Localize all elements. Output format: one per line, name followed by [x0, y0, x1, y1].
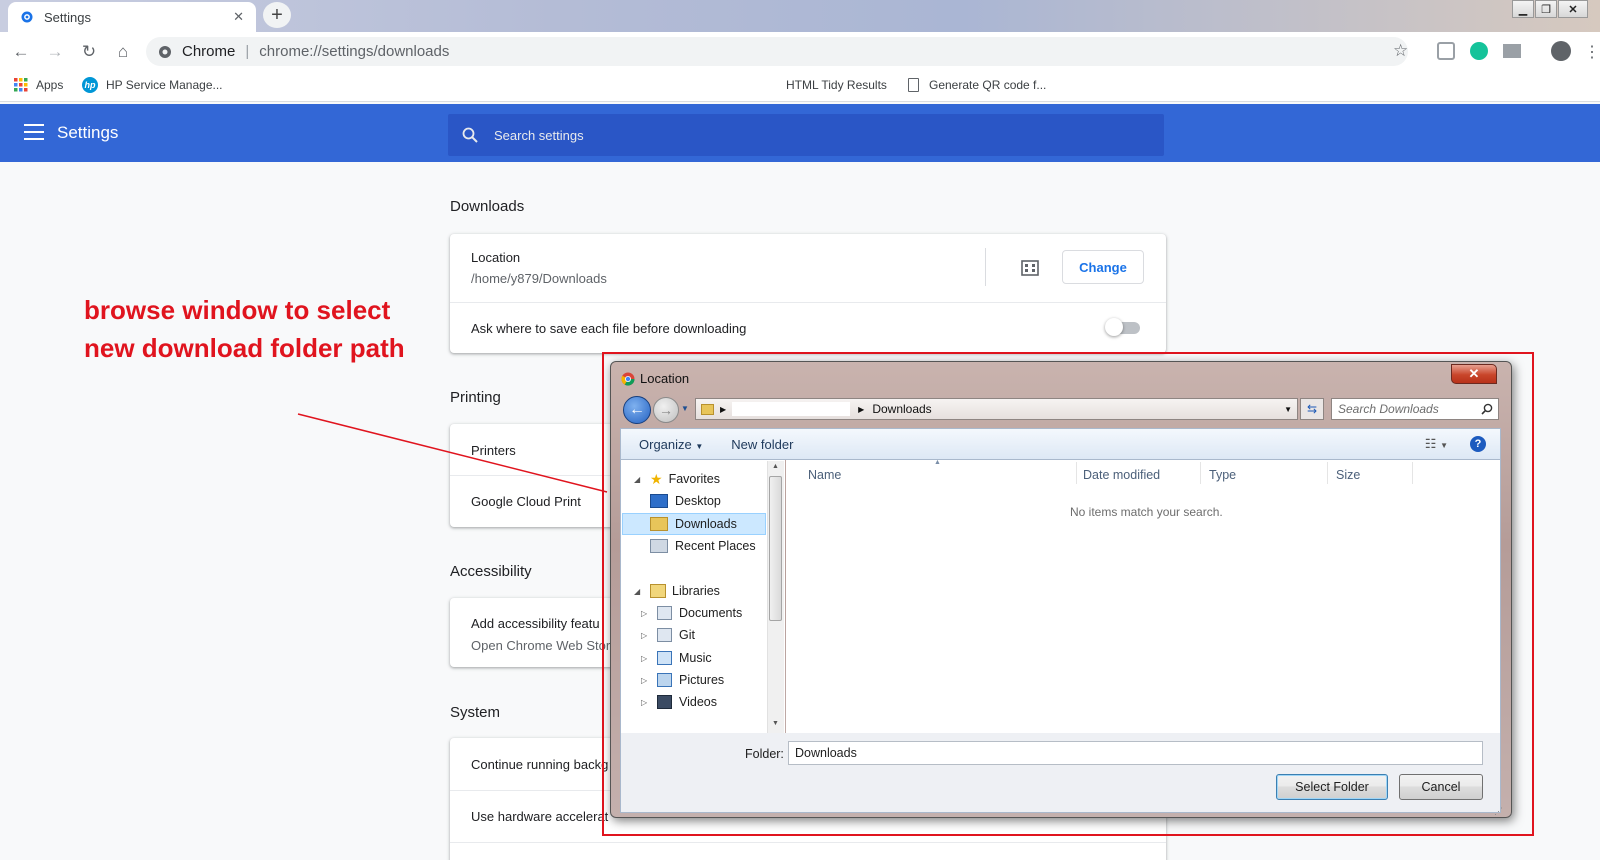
recent-places-icon: [650, 539, 668, 553]
tree-label: Documents: [679, 606, 743, 620]
folder-name-input[interactable]: Downloads: [788, 741, 1483, 765]
organize-label: Organize: [639, 436, 692, 452]
collapsed-arrow-icon[interactable]: ▷: [641, 609, 651, 618]
column-name[interactable]: Name: [808, 468, 841, 482]
cancel-button[interactable]: Cancel: [1399, 774, 1483, 800]
videos-icon: [657, 695, 672, 709]
collapsed-arrow-icon[interactable]: ▷: [641, 631, 651, 640]
tree-label: Music: [679, 651, 712, 665]
dialog-title: Location: [640, 371, 690, 386]
tree-label: Git: [679, 628, 695, 642]
pictures-icon: [657, 673, 672, 687]
dialog-command-bar: Organize ▼ New folder ☷ ▼: [620, 428, 1501, 460]
tree-scrollbar-thumb[interactable]: [769, 476, 782, 621]
column-separator[interactable]: [1200, 462, 1201, 484]
tree-item-libraries[interactable]: ◢ Libraries: [634, 581, 720, 601]
tree-item-music[interactable]: ▷ Music: [641, 648, 712, 668]
tree-item-videos[interactable]: ▷ Videos: [641, 692, 717, 712]
breadcrumb-segment[interactable]: [732, 402, 851, 416]
tree-label: Libraries: [672, 584, 720, 598]
star-icon: ★: [650, 470, 663, 487]
scroll-up-icon[interactable]: ▲: [772, 463, 779, 470]
tree-item-recent-places[interactable]: Recent Places: [650, 536, 756, 556]
collapsed-arrow-icon[interactable]: ▷: [641, 698, 651, 707]
dialog-close-button[interactable]: ✕: [1451, 364, 1497, 384]
empty-message: No items match your search.: [1070, 505, 1223, 519]
view-options-icon[interactable]: ☷ ▼: [1425, 436, 1448, 452]
dialog-search-placeholder: Search Downloads: [1338, 402, 1439, 416]
expand-arrow-icon[interactable]: ◢: [634, 587, 644, 596]
tree-label: Videos: [679, 695, 717, 709]
chrome-logo-icon: [621, 372, 635, 386]
column-type[interactable]: Type: [1209, 468, 1236, 482]
breadcrumb-current[interactable]: Downloads: [872, 402, 931, 416]
dialog-address-bar[interactable]: ▶ ▶ Downloads ▼: [695, 398, 1298, 420]
git-library-icon: [657, 628, 672, 642]
recent-pages-icon[interactable]: ▼: [681, 404, 689, 413]
scroll-down-icon[interactable]: ▼: [772, 720, 779, 727]
music-icon: [657, 651, 672, 665]
collapsed-arrow-icon[interactable]: ▷: [641, 654, 651, 663]
dialog-forward-icon[interactable]: →: [653, 397, 679, 423]
screen: Settings ✕ + ▁ ❐ ✕ ← → ↻ ⌂ Chrome | chro…: [0, 0, 1600, 860]
column-separator[interactable]: [1327, 462, 1328, 484]
expand-arrow-icon[interactable]: ◢: [634, 475, 644, 484]
sort-indicator-icon: ▲: [934, 459, 941, 466]
resize-grip-icon[interactable]: ⋰: [1494, 806, 1503, 817]
breadcrumb-arrow-icon: ▶: [720, 404, 727, 414]
tree-item-documents[interactable]: ▷ Documents: [641, 603, 742, 623]
tree-item-git[interactable]: ▷ Git: [641, 625, 695, 645]
organize-button[interactable]: Organize ▼: [639, 437, 703, 452]
tree-item-desktop[interactable]: Desktop: [650, 491, 721, 511]
documents-icon: [657, 606, 672, 620]
dialog-back-icon[interactable]: ←: [623, 396, 651, 424]
column-separator[interactable]: [1076, 462, 1077, 484]
column-size[interactable]: Size: [1336, 468, 1360, 482]
select-folder-button[interactable]: Select Folder: [1276, 774, 1388, 800]
column-separator[interactable]: [1412, 462, 1413, 484]
tree-label: Desktop: [675, 494, 721, 508]
chevron-down-icon: ▼: [695, 441, 704, 451]
breadcrumb-arrow-icon: ▶: [858, 404, 865, 414]
tree-label: Pictures: [679, 673, 725, 687]
tree-item-downloads[interactable]: Downloads: [650, 514, 737, 534]
column-date-modified[interactable]: Date modified: [1083, 468, 1160, 482]
file-list-pane: [786, 460, 1501, 733]
folder-label: Folder:: [745, 747, 784, 761]
tree-label: Downloads: [675, 517, 737, 531]
tree-label: Favorites: [668, 472, 720, 486]
collapsed-arrow-icon[interactable]: ▷: [641, 676, 651, 685]
tree-label: Recent Places: [675, 539, 756, 553]
tree-item-pictures[interactable]: ▷ Pictures: [641, 670, 724, 690]
folder-icon: [701, 403, 714, 415]
address-dropdown-icon[interactable]: ▼: [1284, 405, 1292, 414]
libraries-icon: [650, 584, 666, 598]
help-icon[interactable]: ?: [1470, 436, 1486, 452]
desktop-icon: [650, 494, 668, 508]
dialog-refresh-icon[interactable]: ⇆: [1300, 398, 1324, 420]
dialog-search-input[interactable]: Search Downloads: [1331, 398, 1499, 420]
downloads-folder-icon: [650, 517, 668, 531]
tree-item-favorites[interactable]: ◢ ★ Favorites: [634, 469, 720, 489]
new-folder-button[interactable]: New folder: [731, 437, 793, 452]
search-icon: [1481, 403, 1493, 415]
